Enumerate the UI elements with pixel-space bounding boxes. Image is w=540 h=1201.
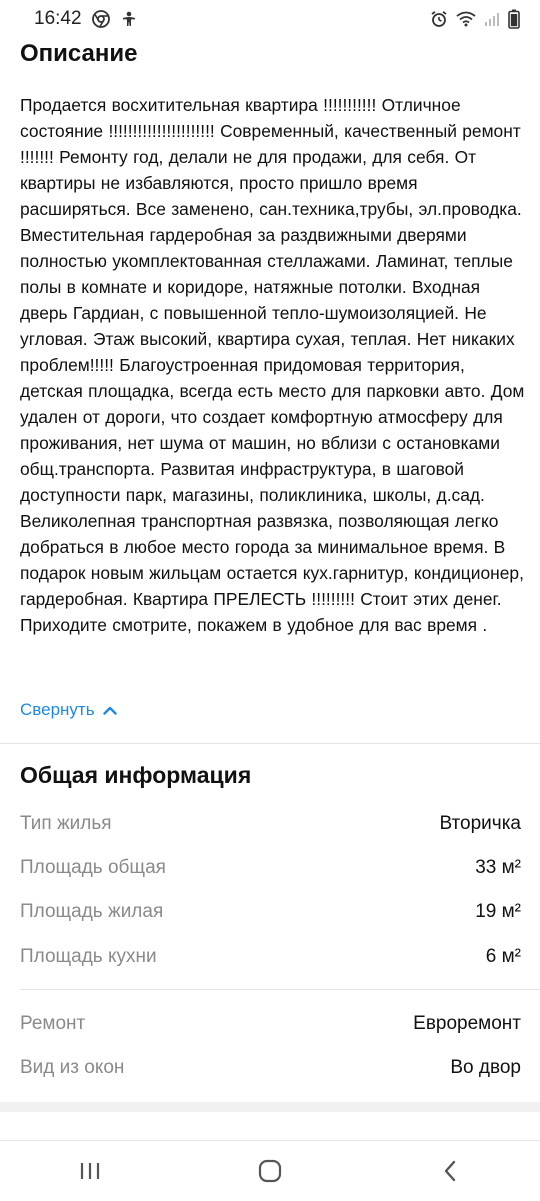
general-info-title: Общая информация: [20, 762, 252, 788]
info-label: Тип жилья: [20, 813, 112, 834]
battery-icon: [508, 9, 520, 29]
system-nav-bar: [0, 1140, 540, 1201]
description-title: Описание: [20, 40, 138, 67]
back-button[interactable]: [410, 1146, 490, 1196]
recent-apps-button[interactable]: [50, 1146, 130, 1196]
info-label: Ремонт: [20, 1013, 86, 1034]
info-row: Тип жилья Вторичка: [20, 813, 521, 835]
description-text: Продается восхитительная квартира !!!!!!…: [20, 95, 525, 635]
signal-icon: [484, 11, 500, 27]
info-label: Площадь жилая: [20, 901, 164, 922]
status-left: 16:42: [34, 8, 138, 30]
info-row: Вид из окон Во двор: [20, 1057, 521, 1079]
section-divider: [0, 743, 540, 744]
wifi-icon: [456, 11, 476, 27]
info-row: Площадь жилая 19 м²: [20, 901, 521, 923]
accessibility-icon: [120, 10, 138, 28]
info-divider: [20, 989, 540, 990]
recent-apps-icon: [79, 1161, 101, 1181]
status-right: [430, 9, 520, 29]
info-value: Во двор: [450, 1057, 521, 1078]
chrome-icon: [91, 10, 110, 28]
info-row: Площадь кухни 6 м²: [20, 946, 521, 968]
info-label: Вид из окон: [20, 1057, 125, 1078]
info-value: Вторичка: [439, 813, 521, 834]
info-row: Площадь общая 33 м²: [20, 857, 521, 879]
info-value: Евроремонт: [413, 1013, 521, 1034]
info-label: Площадь кухни: [20, 946, 157, 967]
info-value: 33 м²: [475, 857, 521, 878]
home-button[interactable]: [230, 1146, 310, 1196]
section-separator: [0, 1102, 540, 1112]
info-value: 19 м²: [475, 901, 521, 922]
alarm-icon: [430, 10, 448, 28]
info-row: Ремонт Евроремонт: [20, 1013, 521, 1035]
status-bar: 16:42: [0, 0, 540, 38]
info-value: 6 м²: [485, 946, 521, 967]
status-time: 16:42: [34, 8, 82, 29]
home-icon: [258, 1159, 282, 1183]
back-icon: [442, 1160, 458, 1182]
info-label: Площадь общая: [20, 857, 166, 878]
chevron-up-icon: [102, 705, 117, 715]
collapse-label: Свернуть: [20, 700, 95, 719]
collapse-button[interactable]: Свернуть: [20, 700, 117, 720]
